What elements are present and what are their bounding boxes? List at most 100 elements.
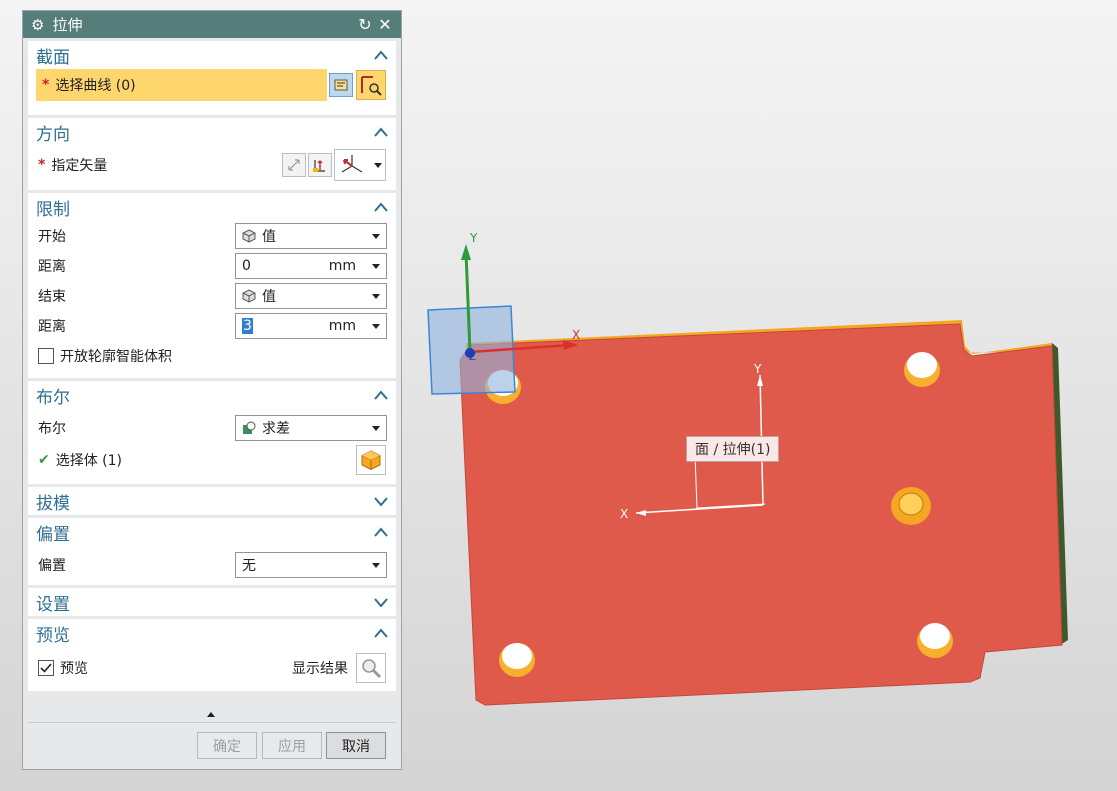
subtract-icon [243,421,256,434]
limits-header[interactable]: 限制 [28,193,396,221]
draft-title: 拔模 [36,493,70,514]
select-body-row: ✔ 选择体 (1) [28,443,396,477]
start-type-select[interactable]: 值 [235,223,387,249]
open-profile-checkbox[interactable] [38,348,54,364]
triad-x-label: X [572,328,581,342]
magnifier-icon [362,659,382,679]
end-distance-input[interactable]: 3 mm [235,313,387,339]
show-result-label: 显示结果 [292,661,348,677]
preview-panel: 预览 预览 显示结果 [28,619,396,691]
settings-panel: 设置 [28,588,396,616]
required-mark: * [38,157,46,173]
cube-value-icon [242,289,256,303]
vector-type-dropdown[interactable] [334,149,386,181]
cancel-button[interactable]: 取消 [326,732,386,759]
solid-body-icon [361,450,381,471]
dialog-titlebar[interactable]: ⚙ 拉伸 ↻ ✕ [23,11,401,38]
preview-header[interactable]: 预览 [28,619,396,647]
collapse-more-arrow[interactable] [207,712,215,717]
boolean-value: 求差 [262,421,290,437]
apply-button[interactable]: 应用 [262,732,322,759]
offset-title: 偏置 [36,524,70,545]
chevron-up-icon [374,527,388,537]
chevron-up-icon [374,628,388,638]
end-distance-unit: mm [328,318,356,334]
start-distance-input[interactable]: 0 mm [235,253,387,279]
wcs-y-label: Y [754,362,762,376]
close-icon[interactable]: ✕ [375,15,395,34]
show-result-button[interactable] [356,653,386,683]
start-distance-value: 0 [242,258,251,274]
end-row: 结束 值 [28,281,396,311]
boolean-select[interactable]: 求差 [235,415,387,441]
select-curve-row[interactable]: * 选择曲线 (0) [36,69,327,101]
end-distance-value: 3 [242,318,253,334]
offset-header[interactable]: 偏置 [28,518,396,546]
boolean-row: 布尔 求差 [28,413,396,443]
chevron-down-icon [374,598,388,607]
end-label: 结束 [38,289,66,305]
draft-panel: 拔模 [28,487,396,515]
start-row: 开始 值 [28,221,396,251]
preview-row: 预览 显示结果 [28,649,396,687]
limits-title: 限制 [36,199,70,220]
boolean-header[interactable]: 布尔 [28,381,396,409]
specify-vector-label: 指定矢量 [51,158,108,174]
boolean-label: 布尔 [38,421,66,437]
open-profile-row: 开放轮廓智能体积 [28,341,396,371]
boolean-title: 布尔 [36,387,70,408]
curve-rule-icon[interactable] [329,73,353,97]
model-canvas[interactable] [402,0,1117,791]
offset-row: 偏置 无 [28,550,396,580]
preview-title: 预览 [36,625,70,646]
settings-header[interactable]: 设置 [28,588,396,616]
open-profile-label: 开放轮廓智能体积 [60,349,172,365]
extrude-dialog: ⚙ 拉伸 ↻ ✕ 截面 * 选择曲线 (0) 方向 * 指定矢量 限制 开始 值… [22,10,402,770]
offset-panel: 偏置 偏置 无 [28,518,396,585]
footer-divider [28,722,396,723]
hole[interactable] [499,643,535,677]
wcs-x-label: X [620,507,629,521]
end-type-select[interactable]: 值 [235,283,387,309]
chevron-up-icon [374,50,388,60]
direction-title: 方向 [36,124,70,145]
chevron-down-icon [374,497,388,506]
offset-label: 偏置 [38,558,66,574]
chevron-up-icon [374,127,388,137]
offset-select[interactable]: 无 [235,552,387,578]
reset-icon[interactable]: ↻ [355,15,375,34]
select-body-button[interactable] [356,445,386,475]
start-distance-unit: mm [328,258,356,274]
preview-label: 预览 [60,661,88,677]
specify-vector-row: * 指定矢量 [28,146,396,184]
offset-value: 无 [242,558,256,574]
direction-panel: 方向 * 指定矢量 [28,118,396,190]
ok-button[interactable]: 确定 [197,732,257,759]
section-panel: 截面 * 选择曲线 (0) [28,41,396,115]
chevron-up-icon [374,390,388,400]
reverse-direction-icon[interactable] [282,153,306,177]
selection-tooltip: 面 / 拉伸(1) [686,436,780,462]
cube-value-icon [242,229,256,243]
hole[interactable] [891,487,931,525]
check-icon: ✔ [38,452,50,468]
end-distance-row: 距离 3 mm [28,311,396,341]
boolean-panel: 布尔 布尔 求差 ✔ 选择体 (1) [28,381,396,484]
preview-checkbox[interactable] [38,660,54,676]
start-label: 开始 [38,229,66,245]
chevron-up-icon [374,202,388,212]
vector-dialog-icon[interactable] [308,153,332,177]
direction-header[interactable]: 方向 [28,118,396,146]
section-title: 截面 [36,47,70,68]
gear-icon: ⚙ [31,15,45,34]
draft-header[interactable]: 拔模 [28,487,396,515]
settings-title: 设置 [36,594,70,615]
start-distance-label: 距离 [38,259,66,275]
section-header[interactable]: 截面 [28,41,396,69]
checkmark-icon [40,663,52,673]
graphics-viewport[interactable]: Y X Z Y X [402,0,1117,791]
sketch-section-icon[interactable] [356,70,386,100]
triad-y-label: Y [470,231,478,245]
end-distance-label: 距离 [38,319,66,335]
end-type-value: 值 [262,289,276,305]
